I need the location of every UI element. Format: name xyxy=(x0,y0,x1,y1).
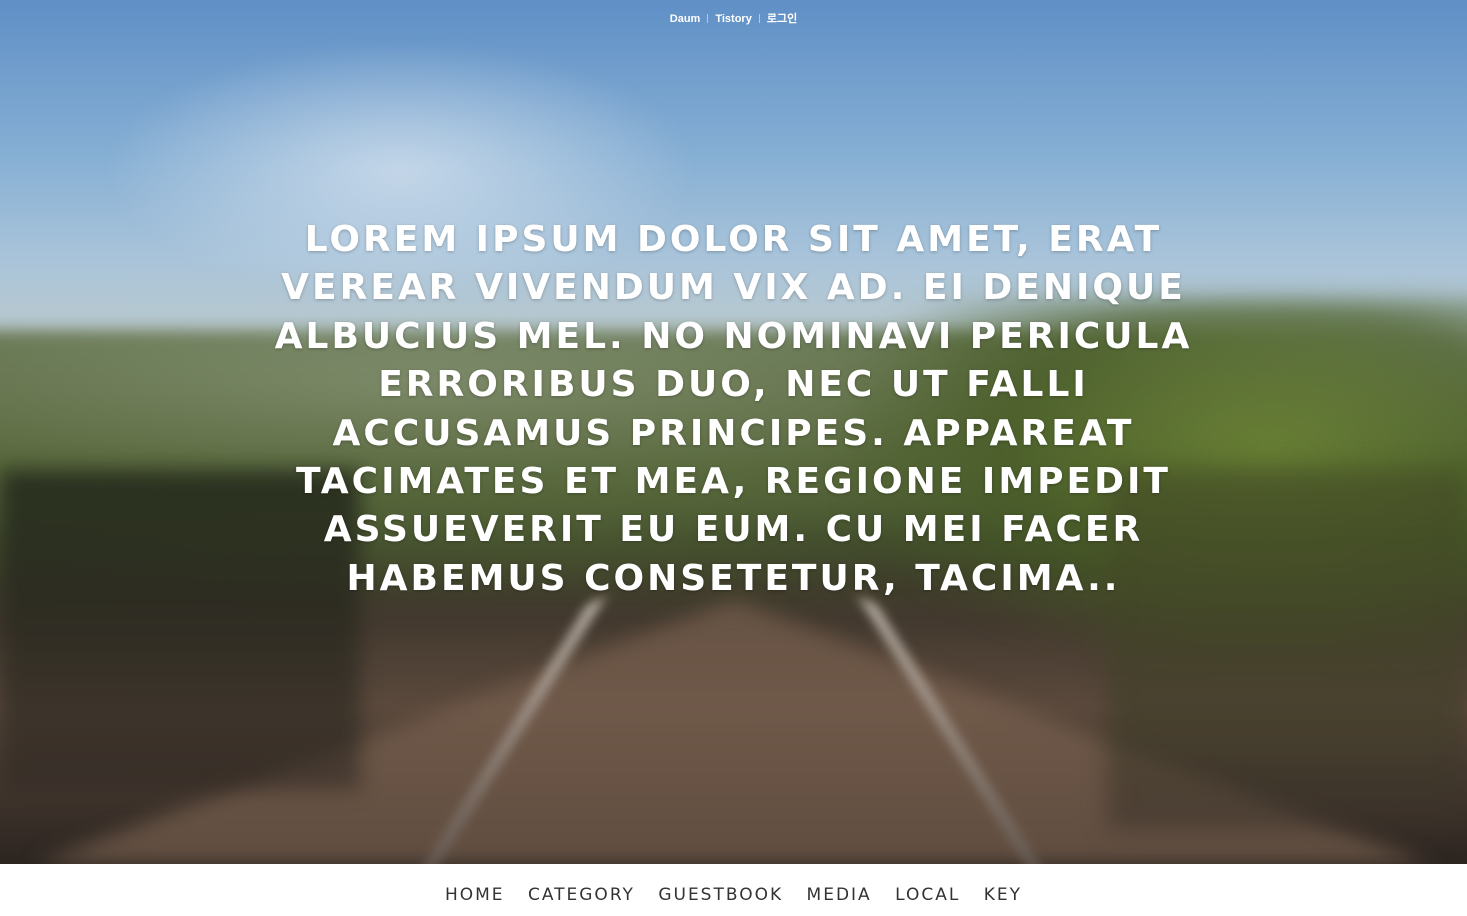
tistory-link[interactable]: Tistory xyxy=(715,13,751,25)
nav-item-local[interactable]: LOCAL xyxy=(895,885,960,905)
divider xyxy=(758,14,760,23)
nav-item-category[interactable]: CATEGORY xyxy=(528,885,635,905)
nav-item-media[interactable]: MEDIA xyxy=(807,885,872,905)
nav-item-guestbook[interactable]: GUESTBOOK xyxy=(658,885,783,905)
nav-item-home[interactable]: HOME xyxy=(445,885,505,905)
top-links-bar: Daum Tistory 로그인 xyxy=(0,10,1467,26)
divider xyxy=(707,14,709,23)
hero-headline[interactable]: LOREM IPSUM DOLOR SIT AMET, ERAT VEREAR … xyxy=(260,216,1207,603)
main-nav: HOME CATEGORY GUESTBOOK MEDIA LOCAL KEY xyxy=(0,864,1467,916)
login-link[interactable]: 로그인 xyxy=(767,13,797,25)
nav-item-key[interactable]: KEY xyxy=(984,885,1022,905)
daum-link[interactable]: Daum xyxy=(670,13,701,25)
